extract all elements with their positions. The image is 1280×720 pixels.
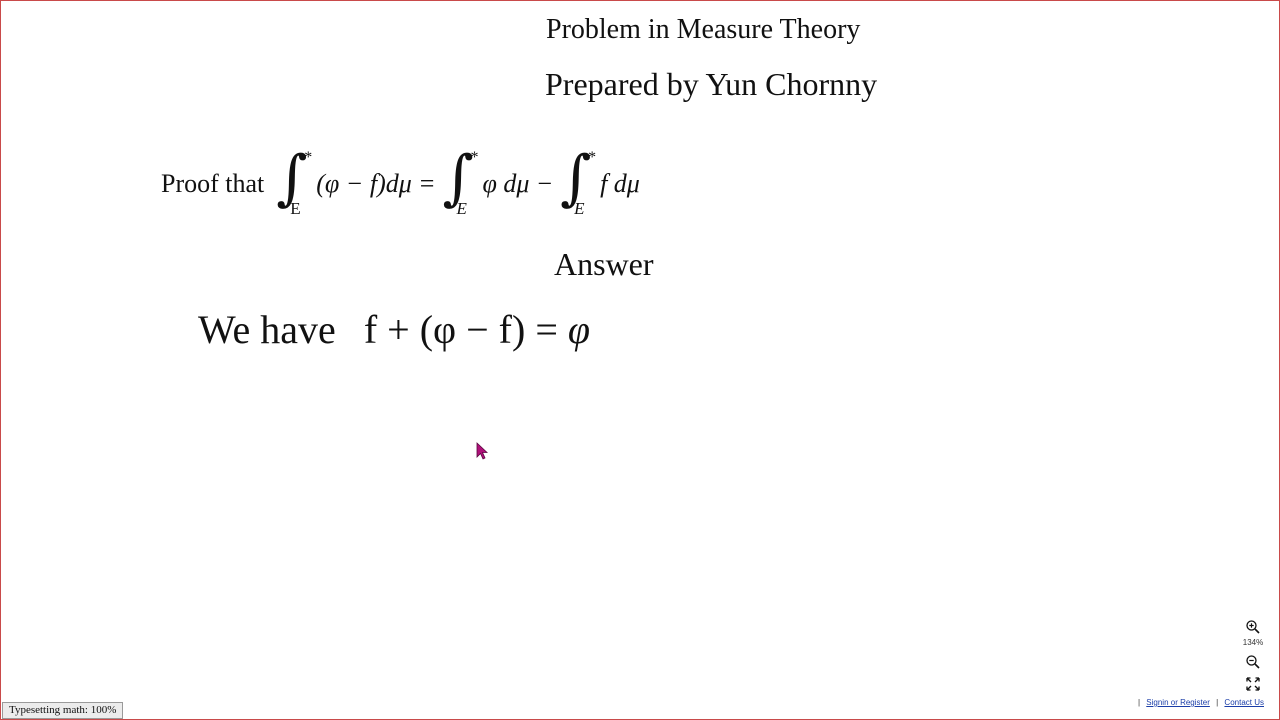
equals-sign: = <box>419 169 435 198</box>
mouse-cursor-icon <box>476 442 488 460</box>
integral-sub: E <box>456 199 467 218</box>
contact-link[interactable]: Contact Us <box>1224 698 1264 707</box>
upper-integral-2: ∫ * E <box>442 143 479 219</box>
minus-sign: − <box>537 169 553 198</box>
zoom-controls: 134% <box>1240 618 1266 693</box>
integrand-1: (φ − f)dμ <box>316 169 412 198</box>
zoom-in-icon[interactable] <box>1244 618 1262 636</box>
integral-sup: * <box>470 149 479 166</box>
fullscreen-icon[interactable] <box>1244 675 1262 693</box>
equals-sign: = <box>535 307 558 352</box>
plus-sign: + <box>387 307 410 352</box>
integral-sub: E <box>574 199 585 218</box>
page-title: Problem in Measure Theory <box>546 14 861 45</box>
footer-links: | Signin or Register | Contact Us <box>1134 698 1264 707</box>
answer-equation: We have f + (φ − f) = φ <box>198 306 590 353</box>
signin-link[interactable]: Signin or Register <box>1146 698 1210 707</box>
footer-separator: | <box>1137 698 1141 707</box>
integral-sub: E <box>290 199 301 218</box>
zoom-out-icon[interactable] <box>1244 653 1262 671</box>
footer-separator: | <box>1216 698 1219 707</box>
upper-integral-3: ∫ * E <box>560 143 597 219</box>
paren-expression: (φ − f) <box>419 307 526 352</box>
window-frame <box>0 0 1280 720</box>
integrand-3: f dμ <box>600 169 640 198</box>
upper-integral-1: ∫ * E <box>276 143 313 219</box>
proof-lead: Proof that <box>161 169 265 198</box>
term-f: f <box>363 307 378 352</box>
answer-lead: We have <box>198 307 336 352</box>
proof-statement: Proof that ∫ * E (φ − f)dμ = ∫ * E φ dμ … <box>161 143 640 224</box>
integral-sup: * <box>588 149 597 166</box>
status-bar: Typesetting math: 100% <box>2 702 124 719</box>
integrand-2: φ dμ <box>482 169 530 198</box>
answer-heading: Answer <box>554 246 654 282</box>
integral-sup: * <box>304 149 313 166</box>
term-phi: φ <box>567 307 591 352</box>
zoom-level: 134% <box>1242 638 1264 647</box>
author-line: Prepared by Yun Chornny <box>545 66 878 102</box>
